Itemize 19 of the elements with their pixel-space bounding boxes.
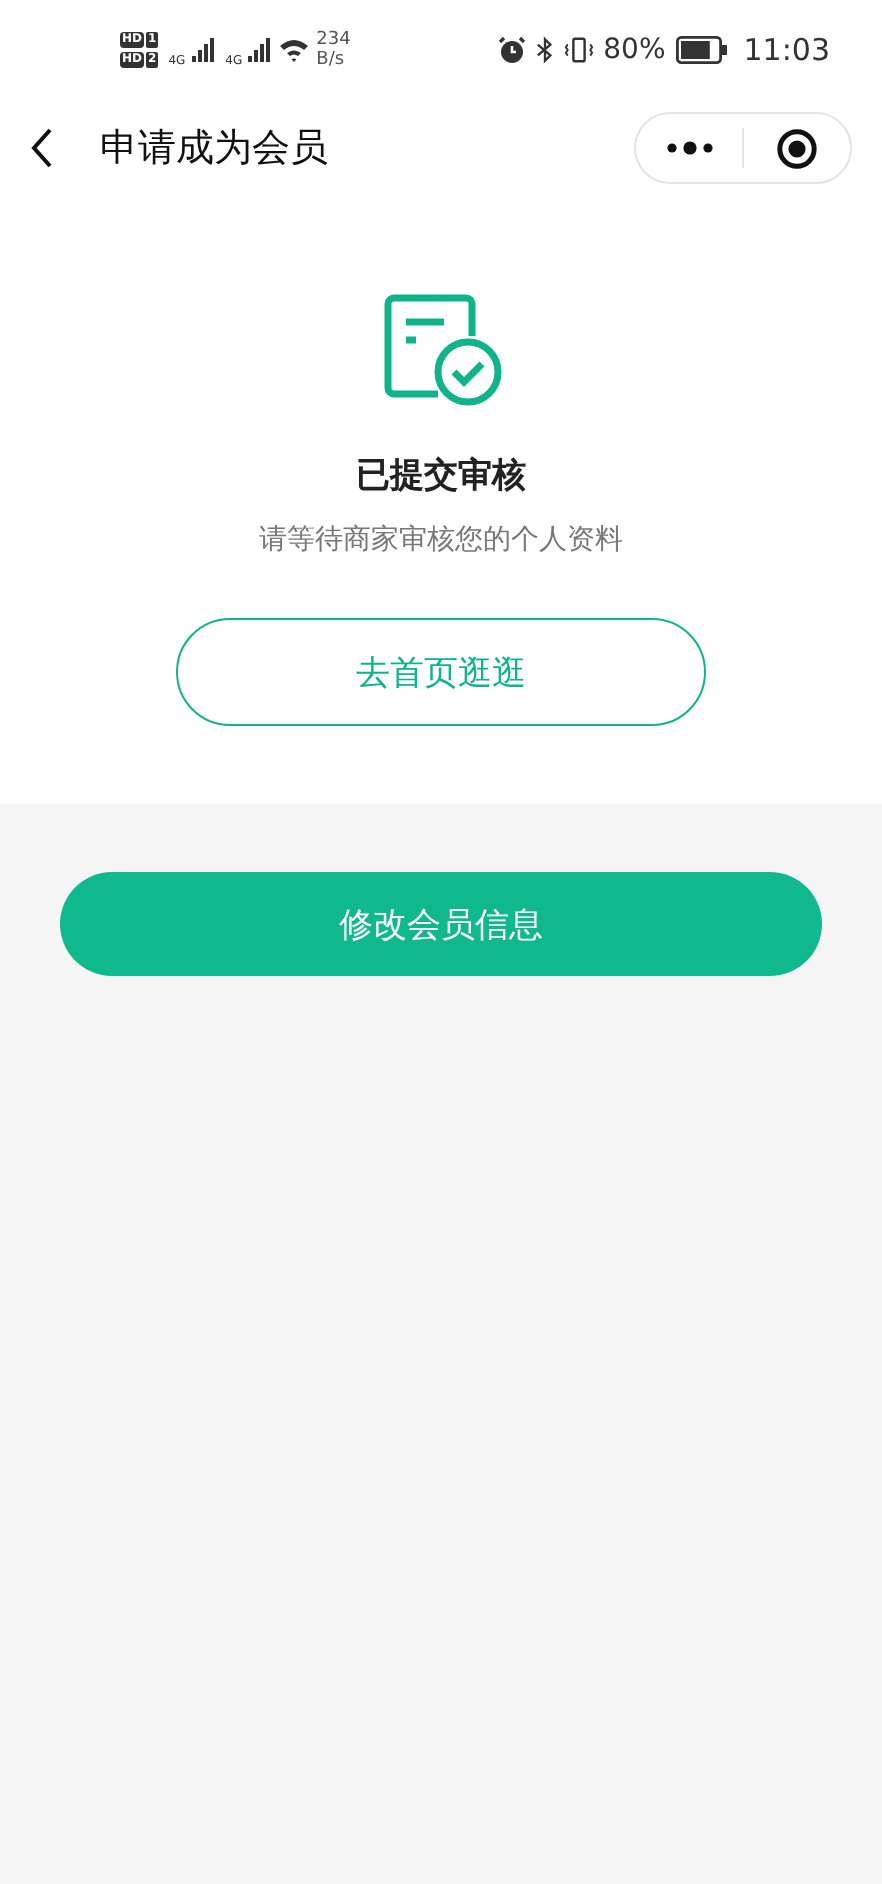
signal-icon xyxy=(191,38,216,62)
battery-icon xyxy=(675,36,728,64)
target-icon xyxy=(776,127,818,169)
speed-unit: B/s xyxy=(316,50,347,70)
status-title: 已提交审核 xyxy=(356,454,526,498)
vibrate-icon xyxy=(563,36,594,64)
bluetooth-icon xyxy=(535,36,554,64)
page-title: 申请成为会员 xyxy=(100,124,330,174)
home-button[interactable]: 去首页逛逛 xyxy=(176,618,706,726)
alarm-icon xyxy=(497,36,526,64)
more-icon xyxy=(665,140,713,156)
back-icon xyxy=(30,128,54,168)
wifi-icon xyxy=(278,38,311,62)
status-message: 请等待商家审核您的个人资料 xyxy=(259,522,623,558)
edit-info-button[interactable]: 修改会员信息 xyxy=(60,872,822,976)
battery-percent: 80% xyxy=(603,34,666,66)
signal-icon xyxy=(248,38,273,62)
network-speed: 234 xyxy=(316,30,351,50)
clock-time: 11:03 xyxy=(743,32,830,68)
